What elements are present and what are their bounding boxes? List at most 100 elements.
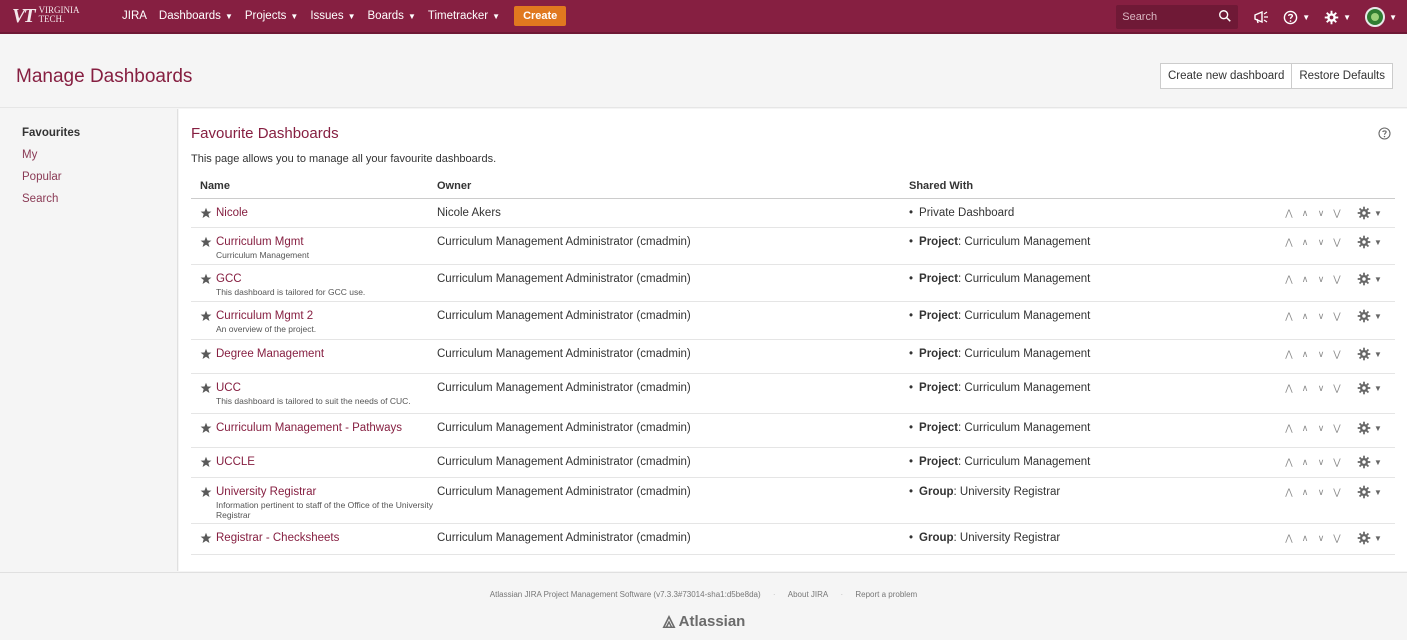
- dashboard-link[interactable]: Nicole: [216, 207, 248, 219]
- move-down-icon[interactable]: ∨: [1313, 487, 1329, 498]
- row-actions-button[interactable]: ▼: [1357, 531, 1382, 545]
- reorder-controls: ⋀ ∧ ∨ ⋁: [1281, 237, 1345, 248]
- row-actions-button[interactable]: ▼: [1357, 455, 1382, 469]
- move-down-icon[interactable]: ∨: [1313, 237, 1329, 248]
- row-actions-button[interactable]: ▼: [1357, 381, 1382, 395]
- star-icon[interactable]: [200, 422, 212, 434]
- move-down-icon[interactable]: ∨: [1313, 533, 1329, 544]
- move-up-icon[interactable]: ∧: [1297, 423, 1313, 434]
- megaphone-icon[interactable]: [1253, 10, 1269, 24]
- move-down-icon[interactable]: ∨: [1313, 311, 1329, 322]
- dashboard-link[interactable]: Curriculum Mgmt 2: [216, 310, 316, 322]
- move-down-icon[interactable]: ∨: [1313, 274, 1329, 285]
- move-up-icon[interactable]: ∧: [1297, 237, 1313, 248]
- nav-dashboards[interactable]: Dashboards ▼: [159, 10, 233, 22]
- row-actions-button[interactable]: ▼: [1357, 485, 1382, 499]
- dashboard-link[interactable]: Curriculum Mgmt: [216, 236, 309, 248]
- move-bottom-icon[interactable]: ⋁: [1329, 349, 1345, 360]
- footer-report-link[interactable]: Report a problem: [855, 590, 917, 599]
- settings-menu[interactable]: ▼: [1324, 10, 1351, 25]
- sidebar-item-my[interactable]: My: [22, 149, 37, 161]
- page-header: Manage Dashboards Create new dashboard R…: [0, 36, 1407, 108]
- footer-software-link[interactable]: Atlassian JIRA Project Management Softwa…: [490, 590, 761, 599]
- move-bottom-icon[interactable]: ⋁: [1329, 487, 1345, 498]
- dashboard-link[interactable]: UCC: [216, 382, 411, 394]
- sidebar-item-popular[interactable]: Popular: [22, 171, 62, 183]
- move-bottom-icon[interactable]: ⋁: [1329, 208, 1345, 219]
- sidebar-item-favourites[interactable]: Favourites: [22, 127, 80, 139]
- row-actions-button[interactable]: ▼: [1357, 272, 1382, 286]
- move-top-icon[interactable]: ⋀: [1281, 311, 1297, 322]
- move-top-icon[interactable]: ⋀: [1281, 208, 1297, 219]
- move-top-icon[interactable]: ⋀: [1281, 349, 1297, 360]
- move-down-icon[interactable]: ∨: [1313, 423, 1329, 434]
- nav-boards[interactable]: Boards ▼: [368, 10, 416, 22]
- move-bottom-icon[interactable]: ⋁: [1329, 237, 1345, 248]
- move-bottom-icon[interactable]: ⋁: [1329, 533, 1345, 544]
- dashboard-link[interactable]: University Registrar: [216, 486, 446, 498]
- dashboard-link[interactable]: UCCLE: [216, 456, 255, 468]
- help-menu[interactable]: ▼: [1283, 10, 1310, 25]
- star-icon[interactable]: [200, 236, 212, 248]
- star-icon[interactable]: [200, 382, 212, 394]
- move-up-icon[interactable]: ∧: [1297, 457, 1313, 468]
- star-icon[interactable]: [200, 310, 212, 322]
- restore-defaults-button[interactable]: Restore Defaults: [1292, 63, 1393, 89]
- sidebar-item-search[interactable]: Search: [22, 193, 58, 205]
- move-up-icon[interactable]: ∧: [1297, 533, 1313, 544]
- dashboard-link[interactable]: GCC: [216, 273, 365, 285]
- move-top-icon[interactable]: ⋀: [1281, 237, 1297, 248]
- move-top-icon[interactable]: ⋀: [1281, 487, 1297, 498]
- move-bottom-icon[interactable]: ⋁: [1329, 274, 1345, 285]
- move-down-icon[interactable]: ∨: [1313, 383, 1329, 394]
- row-actions-button[interactable]: ▼: [1357, 235, 1382, 249]
- help-icon[interactable]: [1378, 127, 1391, 140]
- nav-projects[interactable]: Projects ▼: [245, 10, 298, 22]
- move-up-icon[interactable]: ∧: [1297, 383, 1313, 394]
- move-down-icon[interactable]: ∨: [1313, 349, 1329, 360]
- move-down-icon[interactable]: ∨: [1313, 457, 1329, 468]
- move-top-icon[interactable]: ⋀: [1281, 457, 1297, 468]
- move-bottom-icon[interactable]: ⋁: [1329, 311, 1345, 322]
- create-new-dashboard-button[interactable]: Create new dashboard: [1159, 63, 1293, 89]
- move-bottom-icon[interactable]: ⋁: [1329, 383, 1345, 394]
- move-down-icon[interactable]: ∨: [1313, 208, 1329, 219]
- move-up-icon[interactable]: ∧: [1297, 311, 1313, 322]
- gear-icon: [1357, 381, 1371, 395]
- search-icon[interactable]: [1218, 9, 1232, 23]
- row-actions-button[interactable]: ▼: [1357, 206, 1382, 220]
- row-actions-button[interactable]: ▼: [1357, 309, 1382, 323]
- star-icon[interactable]: [200, 532, 212, 544]
- star-icon[interactable]: [200, 456, 212, 468]
- dashboard-link[interactable]: Degree Management: [216, 348, 324, 360]
- nav-timetracker[interactable]: Timetracker ▼: [428, 10, 500, 22]
- move-up-icon[interactable]: ∧: [1297, 349, 1313, 360]
- row-actions-button[interactable]: ▼: [1357, 347, 1382, 361]
- share-value: : Curriculum Management: [958, 310, 1091, 322]
- nav-jira[interactable]: JIRA: [122, 10, 147, 22]
- create-button[interactable]: Create: [514, 6, 567, 26]
- move-top-icon[interactable]: ⋀: [1281, 423, 1297, 434]
- dashboard-link[interactable]: Registrar - Checksheets: [216, 532, 339, 544]
- share-type: Project: [919, 236, 959, 248]
- star-icon[interactable]: [200, 348, 212, 360]
- move-up-icon[interactable]: ∧: [1297, 487, 1313, 498]
- dashboard-link[interactable]: Curriculum Management - Pathways: [216, 422, 402, 434]
- move-up-icon[interactable]: ∧: [1297, 208, 1313, 219]
- footer-about-link[interactable]: About JIRA: [788, 590, 828, 599]
- virginia-tech-logo[interactable]: VT VIRGINIA TECH.: [12, 0, 122, 33]
- user-menu[interactable]: ▼: [1365, 7, 1397, 27]
- move-top-icon[interactable]: ⋀: [1281, 533, 1297, 544]
- move-top-icon[interactable]: ⋀: [1281, 274, 1297, 285]
- atlassian-logo[interactable]: Atlassian: [0, 613, 1407, 630]
- star-icon[interactable]: [200, 486, 212, 498]
- move-up-icon[interactable]: ∧: [1297, 274, 1313, 285]
- move-bottom-icon[interactable]: ⋁: [1329, 457, 1345, 468]
- star-icon[interactable]: [200, 273, 212, 285]
- move-bottom-icon[interactable]: ⋁: [1329, 423, 1345, 434]
- star-icon[interactable]: [200, 207, 212, 219]
- move-top-icon[interactable]: ⋀: [1281, 383, 1297, 394]
- row-actions-button[interactable]: ▼: [1357, 421, 1382, 435]
- chevron-down-icon: ▼: [224, 11, 233, 21]
- nav-issues[interactable]: Issues ▼: [310, 10, 355, 22]
